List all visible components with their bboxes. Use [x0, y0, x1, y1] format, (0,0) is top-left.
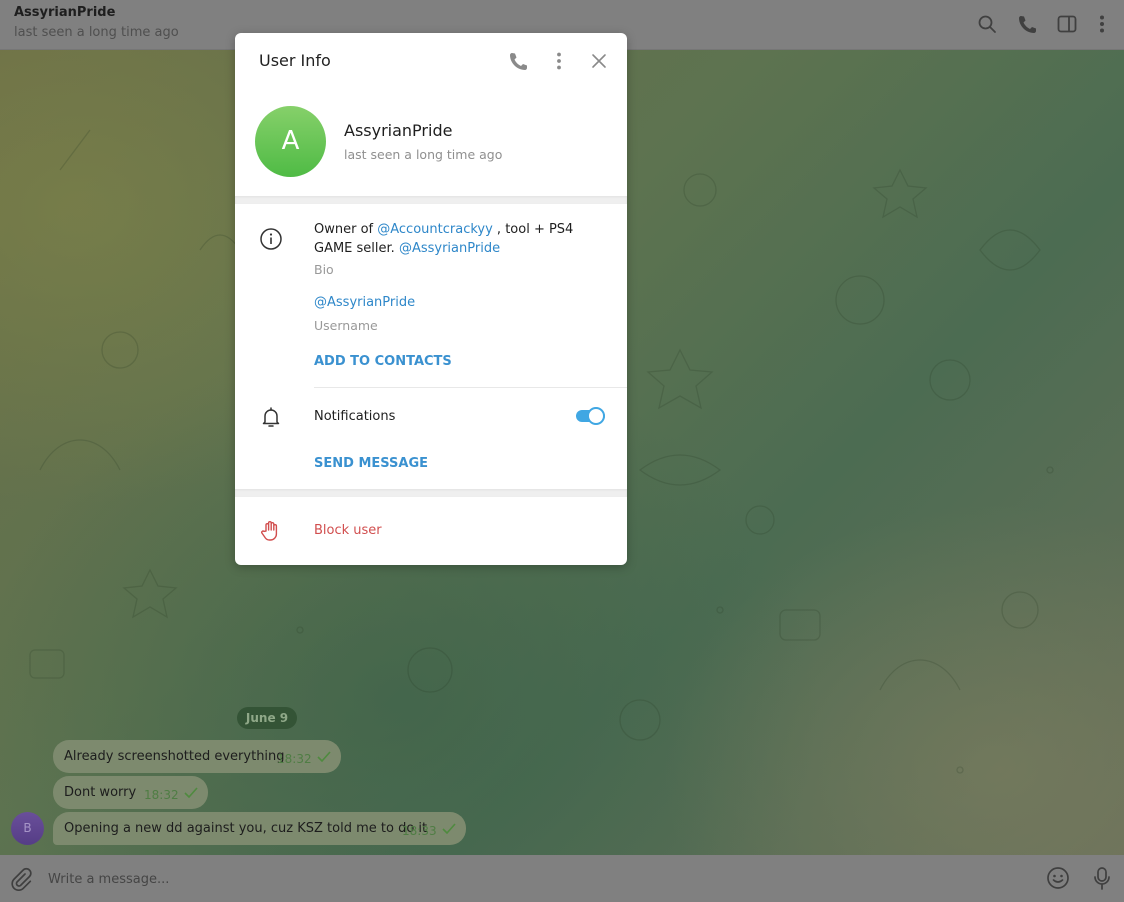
hand-stop-icon	[259, 519, 283, 543]
section-divider	[235, 196, 627, 204]
add-to-contacts-button[interactable]: ADD TO CONTACTS	[314, 354, 452, 369]
search-icon[interactable]	[975, 12, 999, 36]
send-message-button[interactable]: SEND MESSAGE	[314, 456, 428, 471]
section-divider	[235, 489, 627, 497]
username-label: Username	[314, 318, 378, 333]
toggle-knob	[587, 407, 605, 425]
microphone-icon[interactable]	[1089, 865, 1115, 891]
username-value[interactable]: @AssyrianPride	[314, 295, 415, 310]
bio-mention-link[interactable]: @AssyrianPride	[399, 241, 500, 256]
sent-check-icon	[184, 787, 198, 798]
bell-icon	[259, 405, 283, 429]
modal-title: User Info	[259, 51, 331, 70]
sent-check-icon	[317, 751, 331, 762]
close-icon[interactable]	[587, 49, 611, 73]
block-user-button[interactable]: Block user	[235, 497, 627, 565]
more-vertical-icon[interactable]	[547, 49, 571, 73]
profile-avatar[interactable]: A	[255, 106, 326, 177]
message-composer	[0, 855, 1124, 902]
message-bubble[interactable]: Already screenshotted everything 18:32	[53, 740, 341, 773]
notifications-label: Notifications	[314, 409, 396, 424]
user-info-modal: User Info A AssyrianPride last seen a lo…	[235, 33, 627, 565]
notifications-toggle[interactable]	[575, 406, 606, 426]
message-bubble[interactable]: Opening a new dd against you, cuz KSZ to…	[53, 812, 466, 845]
message-text: Opening a new dd against you, cuz KSZ to…	[64, 821, 428, 836]
chat-status: last seen a long time ago	[14, 25, 179, 40]
sender-avatar[interactable]: B	[11, 812, 44, 845]
message-text: Dont worry	[64, 785, 137, 800]
info-icon	[259, 227, 283, 251]
chat-title[interactable]: AssyrianPride	[14, 5, 115, 20]
profile-name: AssyrianPride	[344, 121, 453, 140]
phone-icon[interactable]	[507, 49, 531, 73]
message-text: Already screenshotted everything	[64, 749, 285, 764]
date-separator: June 9	[237, 707, 297, 729]
sidebar-toggle-icon[interactable]	[1055, 12, 1079, 36]
message-bubble[interactable]: Dont worry 18:32	[53, 776, 208, 809]
emoji-icon[interactable]	[1045, 865, 1071, 891]
more-vertical-icon[interactable]	[1090, 12, 1114, 36]
message-time: 18:32	[277, 752, 312, 766]
divider-line	[314, 387, 627, 388]
phone-icon[interactable]	[1016, 12, 1040, 36]
sent-check-icon	[442, 823, 456, 834]
message-time: 18:33	[402, 824, 437, 838]
bio-label: Bio	[314, 262, 334, 277]
message-time: 18:32	[144, 788, 179, 802]
bio-text: Owner of @Accountcrackyy , tool + PS4 GA…	[314, 220, 604, 258]
profile-status: last seen a long time ago	[344, 147, 503, 162]
bio-prefix: Owner of	[314, 222, 378, 237]
bio-mention-link[interactable]: @Accountcrackyy	[377, 222, 493, 237]
message-input[interactable]	[48, 869, 948, 889]
block-user-label: Block user	[314, 523, 382, 538]
attach-icon[interactable]	[8, 866, 34, 892]
